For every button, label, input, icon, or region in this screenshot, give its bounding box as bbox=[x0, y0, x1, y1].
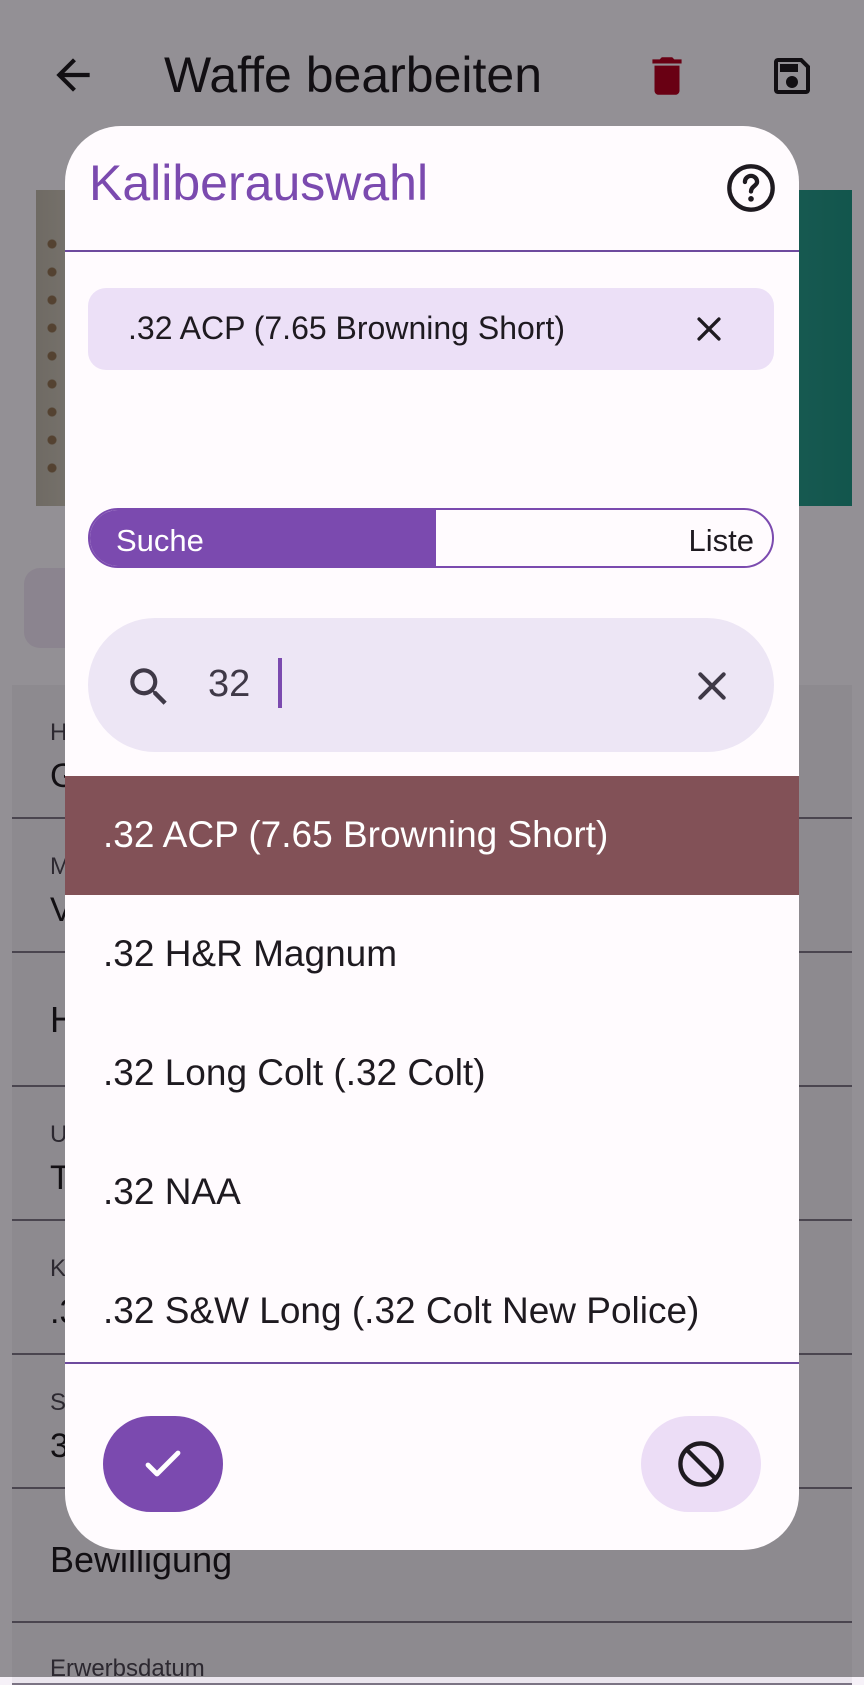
caliber-option[interactable]: .32 NAA bbox=[65, 1133, 799, 1252]
search-input[interactable] bbox=[208, 654, 628, 714]
caliber-option[interactable]: .32 H&R Magnum bbox=[65, 895, 799, 1014]
search-bar bbox=[88, 618, 774, 752]
mode-segmented-control: Suche Liste bbox=[88, 508, 774, 568]
selected-caliber-chip[interactable]: .32 ACP (7.65 Browning Short) bbox=[88, 288, 774, 370]
text-caret bbox=[278, 658, 282, 708]
caliber-option[interactable]: .32 Long Colt (.32 Colt) bbox=[65, 1014, 799, 1133]
confirm-button[interactable] bbox=[103, 1416, 223, 1512]
remove-chip-icon[interactable] bbox=[692, 312, 726, 346]
segment-suche[interactable]: Suche bbox=[90, 510, 434, 566]
caliber-option[interactable]: .32 ACP (7.65 Browning Short) bbox=[65, 776, 799, 895]
help-icon[interactable] bbox=[725, 162, 777, 214]
search-icon bbox=[130, 668, 167, 705]
actions-divider bbox=[65, 1362, 799, 1364]
block-icon bbox=[678, 1441, 724, 1487]
clear-search-icon[interactable] bbox=[692, 666, 732, 706]
segment-liste[interactable]: Liste bbox=[434, 510, 772, 566]
dialog-title: Kaliberauswahl bbox=[89, 155, 429, 211]
caliber-option[interactable]: .32 S&W Long (.32 Colt New Police) bbox=[65, 1252, 799, 1371]
title-divider bbox=[65, 250, 799, 252]
check-icon bbox=[145, 1450, 181, 1477]
caliber-result-list: .32 ACP (7.65 Browning Short) .32 H&R Ma… bbox=[65, 776, 799, 1371]
caliber-dialog: Kaliberauswahl .32 ACP (7.65 Browning Sh… bbox=[65, 126, 799, 1550]
cancel-button[interactable] bbox=[641, 1416, 761, 1512]
